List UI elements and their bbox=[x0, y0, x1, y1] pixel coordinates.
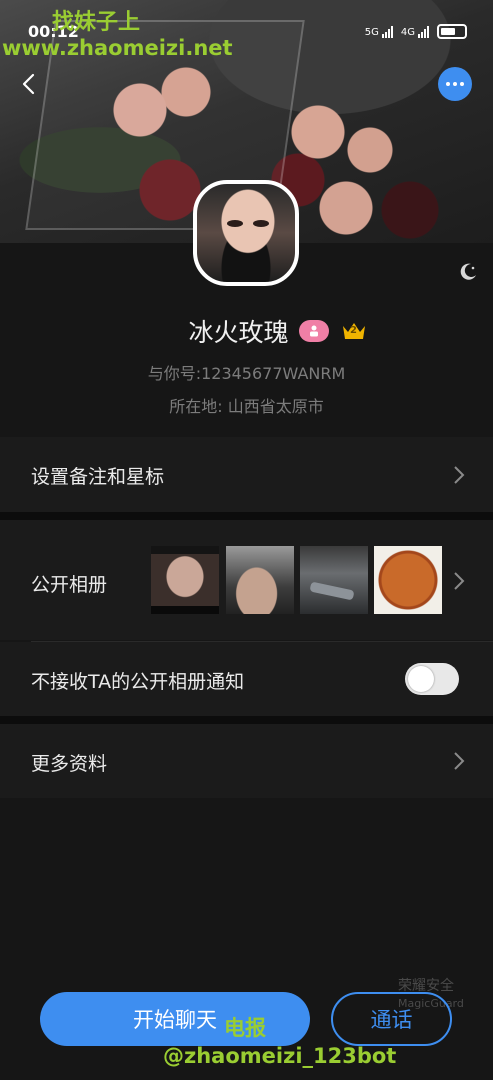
album-thumbnail[interactable] bbox=[300, 546, 368, 614]
album-notify-toggle[interactable] bbox=[405, 663, 459, 695]
vip-level: 2 bbox=[350, 325, 357, 336]
avatar[interactable] bbox=[193, 180, 299, 286]
theme-moon-icon[interactable] bbox=[458, 262, 478, 282]
watermark-bot-handle: @zhaomeizi_123bot bbox=[163, 1044, 397, 1068]
location: 所在地: 山西省太原市 bbox=[169, 397, 324, 416]
album-thumbnail[interactable] bbox=[226, 546, 294, 614]
signal-4g-icon: 4G bbox=[400, 25, 429, 38]
profile-name: 冰火玫瑰 bbox=[188, 318, 289, 347]
album-thumbnail[interactable] bbox=[151, 546, 219, 614]
album-row-label: 公开相册 bbox=[31, 574, 108, 596]
battery-icon bbox=[437, 24, 467, 39]
album-thumbnail[interactable] bbox=[374, 546, 442, 614]
toggle-knob bbox=[408, 666, 434, 692]
call-button[interactable]: 通话 bbox=[331, 992, 452, 1046]
status-icons: 5G 4G bbox=[365, 24, 467, 39]
section-divider bbox=[0, 512, 493, 520]
signal-5g-icon: 5G bbox=[364, 25, 393, 38]
crown-icon: 2 bbox=[339, 320, 369, 342]
watermark-telegram-label: 电报 bbox=[224, 1016, 266, 1040]
remark-and-star-row[interactable]: 设置备注和星标 bbox=[0, 437, 493, 512]
more-dots-icon bbox=[446, 82, 450, 86]
avatar-detail bbox=[227, 220, 243, 227]
more-options-button[interactable] bbox=[438, 67, 472, 101]
profile-name-row: 冰火玫瑰 2 bbox=[0, 313, 493, 349]
more-info-label: 更多资料 bbox=[31, 753, 108, 775]
start-chat-button[interactable]: 开始聊天 bbox=[40, 992, 310, 1046]
avatar-detail bbox=[253, 220, 269, 227]
chevron-right-icon bbox=[454, 572, 465, 590]
chevron-right-icon bbox=[454, 466, 465, 484]
section-divider bbox=[0, 716, 493, 724]
female-icon bbox=[298, 320, 329, 342]
remark-row-label: 设置备注和星标 bbox=[31, 466, 165, 488]
watermark-top-text: 找妹子上 bbox=[52, 10, 141, 35]
chevron-right-icon bbox=[454, 752, 465, 770]
watermark-url: www.zhaomeizi.net bbox=[2, 36, 233, 60]
more-info-row[interactable]: 更多资料 bbox=[0, 724, 493, 798]
signal-4g-label: 4G bbox=[400, 26, 415, 38]
album-notify-label: 不接收TA的公开相册通知 bbox=[31, 671, 245, 693]
back-arrow-icon[interactable] bbox=[18, 72, 42, 96]
signal-5g-label: 5G bbox=[364, 26, 379, 38]
account-id: 与你号:12345677WANRM bbox=[147, 364, 346, 383]
